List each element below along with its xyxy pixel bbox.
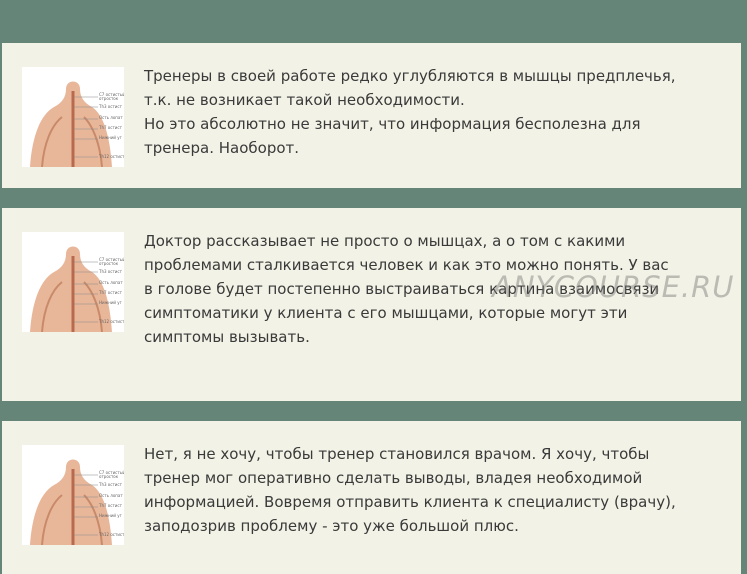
text-line: тренера. Наоборот. (144, 139, 300, 157)
svg-text:Th3 остист: Th3 остист (98, 482, 123, 487)
text-line: Нет, я не хочу, чтобы тренер становился … (144, 445, 650, 463)
info-card-1: C7 остистый отросток Th3 остист Ость лопат… (2, 43, 741, 188)
text-line: Но это абсолютно не значит, что информац… (144, 115, 641, 133)
svg-text:Нижний уг: Нижний уг (99, 513, 122, 518)
text-line: симптомы вызывать. (144, 328, 310, 346)
spine-anatomy-image: C7 остистый отросток Th3 остист Ость лопат… (22, 445, 124, 545)
info-card-3: C7 остистый отросток Th3 остист Ость лопат… (2, 421, 741, 574)
svg-text:Th12 остист: Th12 остист (98, 319, 124, 324)
spine-anatomy-image: C7 остистый отросток Th3 остист Ость лопат… (22, 232, 124, 332)
svg-text:Th12 остист: Th12 остист (98, 154, 124, 159)
spine-anatomy-image: C7 остистый отросток Th3 остист Ость лопат… (22, 67, 124, 167)
text-line: информацией. Вовремя отправить клиента к… (144, 493, 676, 511)
svg-text:Th3 остист: Th3 остист (98, 104, 123, 109)
text-line: заподозрив проблему - это уже большой пл… (144, 517, 519, 535)
text-line: симптоматики у клиента с его мышцами, ко… (144, 304, 628, 322)
text-line: Доктор рассказывает не просто о мышцах, … (144, 232, 626, 250)
card-text-3: Нет, я не хочу, чтобы тренер становился … (144, 442, 714, 538)
svg-text:Th12 остист: Th12 остист (98, 532, 124, 537)
info-card-2: C7 остистый отросток Th3 остист Ость лопат… (2, 208, 741, 401)
svg-text:Th7 остист: Th7 остист (98, 125, 123, 130)
text-line: Тренеры в своей работе редко углубляются… (144, 67, 676, 85)
svg-text:Ость лопат: Ость лопат (99, 493, 123, 498)
svg-text:Th3 остист: Th3 остист (98, 269, 123, 274)
svg-text:Ость лопат: Ость лопат (99, 115, 123, 120)
svg-text:Th7 остист: Th7 остист (98, 290, 123, 295)
svg-text:Ость лопат: Ость лопат (99, 280, 123, 285)
card-text-1: Тренеры в своей работе редко углубляются… (144, 64, 714, 160)
svg-text:Th7 остист: Th7 остист (98, 503, 123, 508)
svg-text:отросток: отросток (99, 474, 119, 479)
svg-text:Нижний уг: Нижний уг (99, 300, 122, 305)
svg-text:Нижний уг: Нижний уг (99, 135, 122, 140)
svg-text:отросток: отросток (99, 261, 119, 266)
text-line: тренер мог оперативно сделать выводы, вл… (144, 469, 643, 487)
svg-text:отросток: отросток (99, 96, 119, 101)
watermark: ANYCOURSE.RU (492, 270, 735, 304)
text-line: т.к. не возникает такой необходимости. (144, 91, 465, 109)
